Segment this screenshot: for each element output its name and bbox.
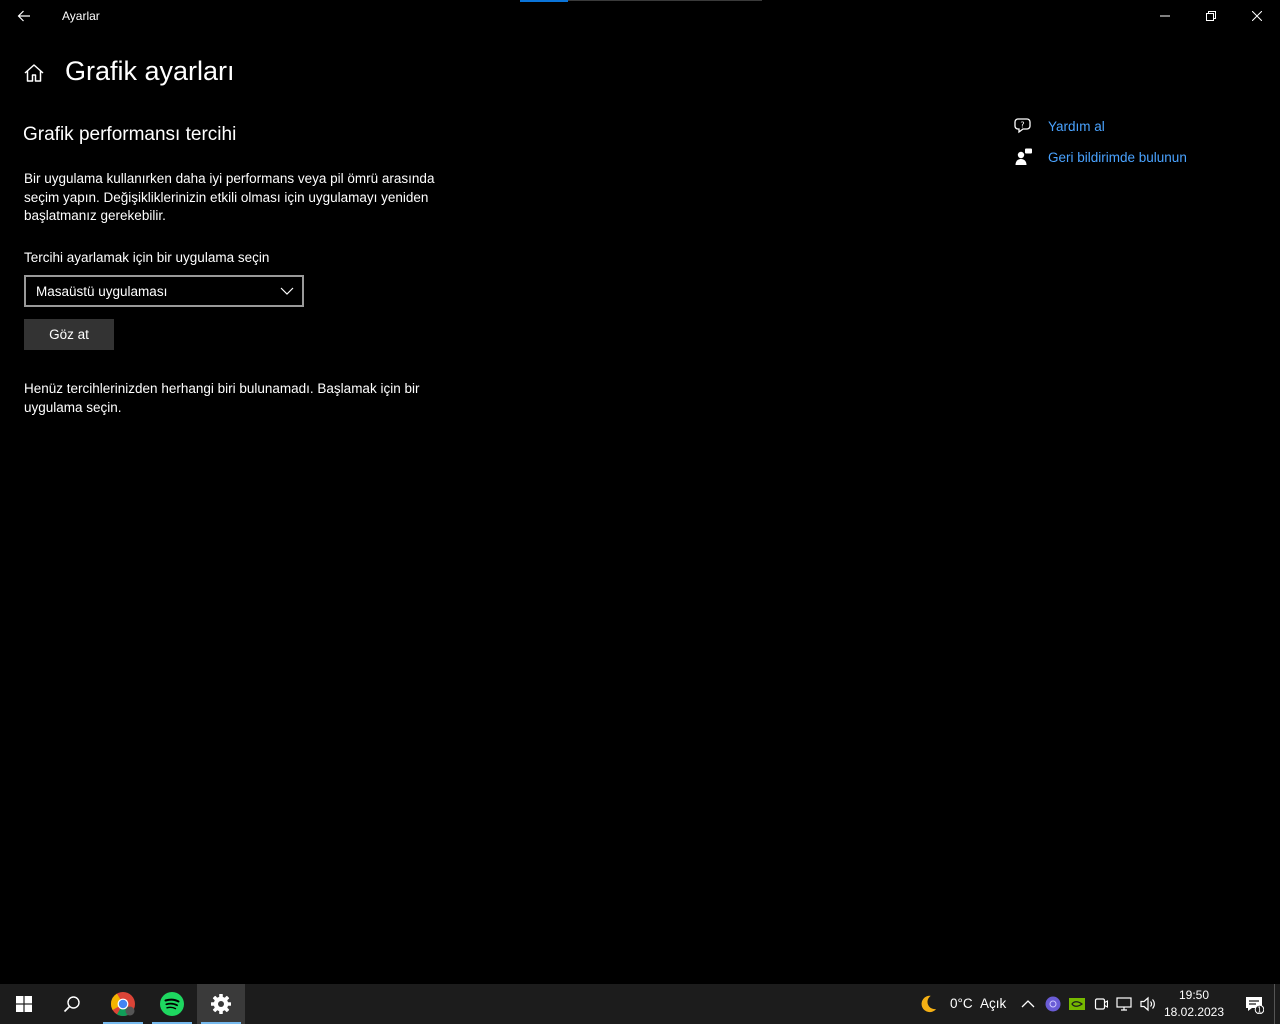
notification-icon: 1 <box>1246 997 1264 1014</box>
title-bar: Ayarlar <box>0 0 1280 32</box>
moon-icon[interactable] <box>918 994 938 1014</box>
search-button[interactable] <box>48 984 96 1024</box>
action-center-button[interactable]: 1 <box>1234 984 1274 1024</box>
help-chat-icon: ? <box>1014 116 1034 136</box>
minimize-icon <box>1160 15 1170 17</box>
network-icon[interactable] <box>1115 994 1135 1014</box>
feedback-icon <box>1014 147 1034 167</box>
dropdown-value: Masaüstü uygulaması <box>36 283 168 299</box>
webcam-tray-icon[interactable] <box>1091 994 1111 1014</box>
taskbar-clock[interactable]: 19:50 18.02.2023 <box>1160 987 1228 1021</box>
show-desktop-button[interactable] <box>1274 984 1280 1024</box>
start-button[interactable] <box>0 984 48 1024</box>
taskbar-app-spotify[interactable] <box>148 984 196 1024</box>
feedback-link[interactable]: Geri bildirimde bulunun <box>1014 147 1187 167</box>
purple-app-tray-icon[interactable] <box>1043 994 1063 1014</box>
back-button[interactable] <box>0 0 48 32</box>
app-select-label: Tercihi ayarlamak için bir uygulama seçi… <box>24 250 270 265</box>
taskbar-app-chrome[interactable] <box>99 984 147 1024</box>
page-title: Grafik ayarları <box>65 56 235 86</box>
close-icon <box>1252 11 1262 21</box>
taskbar: 0°C Açık 19:50 18.02.2023 1 <box>0 984 1280 1024</box>
weather-temperature[interactable]: 0°C <box>950 996 973 1011</box>
empty-state-message: Henüz tercihlerinizden herhangi biri bul… <box>24 381 420 415</box>
chevron-down-icon <box>280 287 294 295</box>
help-link[interactable]: ? Yardım al <box>1014 116 1105 136</box>
back-arrow-icon <box>17 10 30 22</box>
volume-icon[interactable] <box>1138 994 1158 1014</box>
settings-window: Ayarlar Grafik ayarları Grafik performan… <box>0 0 1280 984</box>
app-type-dropdown[interactable]: Masaüstü uygulaması <box>24 275 304 307</box>
nvidia-tray-icon[interactable] <box>1067 994 1087 1014</box>
close-button[interactable] <box>1234 0 1280 32</box>
window-title: Ayarlar <box>62 9 100 23</box>
section-title: Grafik performansı tercihi <box>23 124 237 145</box>
loading-progress-fill <box>520 0 569 2</box>
weather-condition[interactable]: Açık <box>980 996 1006 1011</box>
restore-icon <box>1206 11 1216 21</box>
home-icon[interactable] <box>23 62 45 84</box>
clock-date: 18.02.2023 <box>1163 1005 1225 1019</box>
chrome-icon <box>110 992 135 1017</box>
help-link-label: Yardım al <box>1048 118 1105 134</box>
description-text: Bir uygulama kullanırken daha iyi perfor… <box>24 171 435 224</box>
minimize-button[interactable] <box>1142 0 1188 32</box>
settings-gear-icon <box>211 994 231 1014</box>
loading-progress-bar <box>520 0 762 2</box>
search-icon <box>63 996 80 1013</box>
feedback-link-label: Geri bildirimde bulunun <box>1048 149 1187 165</box>
clock-time: 19:50 <box>1178 988 1210 1002</box>
taskbar-app-settings[interactable] <box>197 984 245 1024</box>
svg-text:?: ? <box>1020 121 1024 130</box>
windows-logo-icon <box>16 996 32 1012</box>
show-hidden-icons-chevron-up-icon[interactable] <box>1018 994 1038 1014</box>
restore-button[interactable] <box>1188 0 1234 32</box>
spotify-icon <box>160 992 184 1016</box>
notification-count: 1 <box>1257 1005 1262 1014</box>
browse-button[interactable]: Göz at <box>24 319 114 350</box>
window-controls <box>1142 0 1280 32</box>
